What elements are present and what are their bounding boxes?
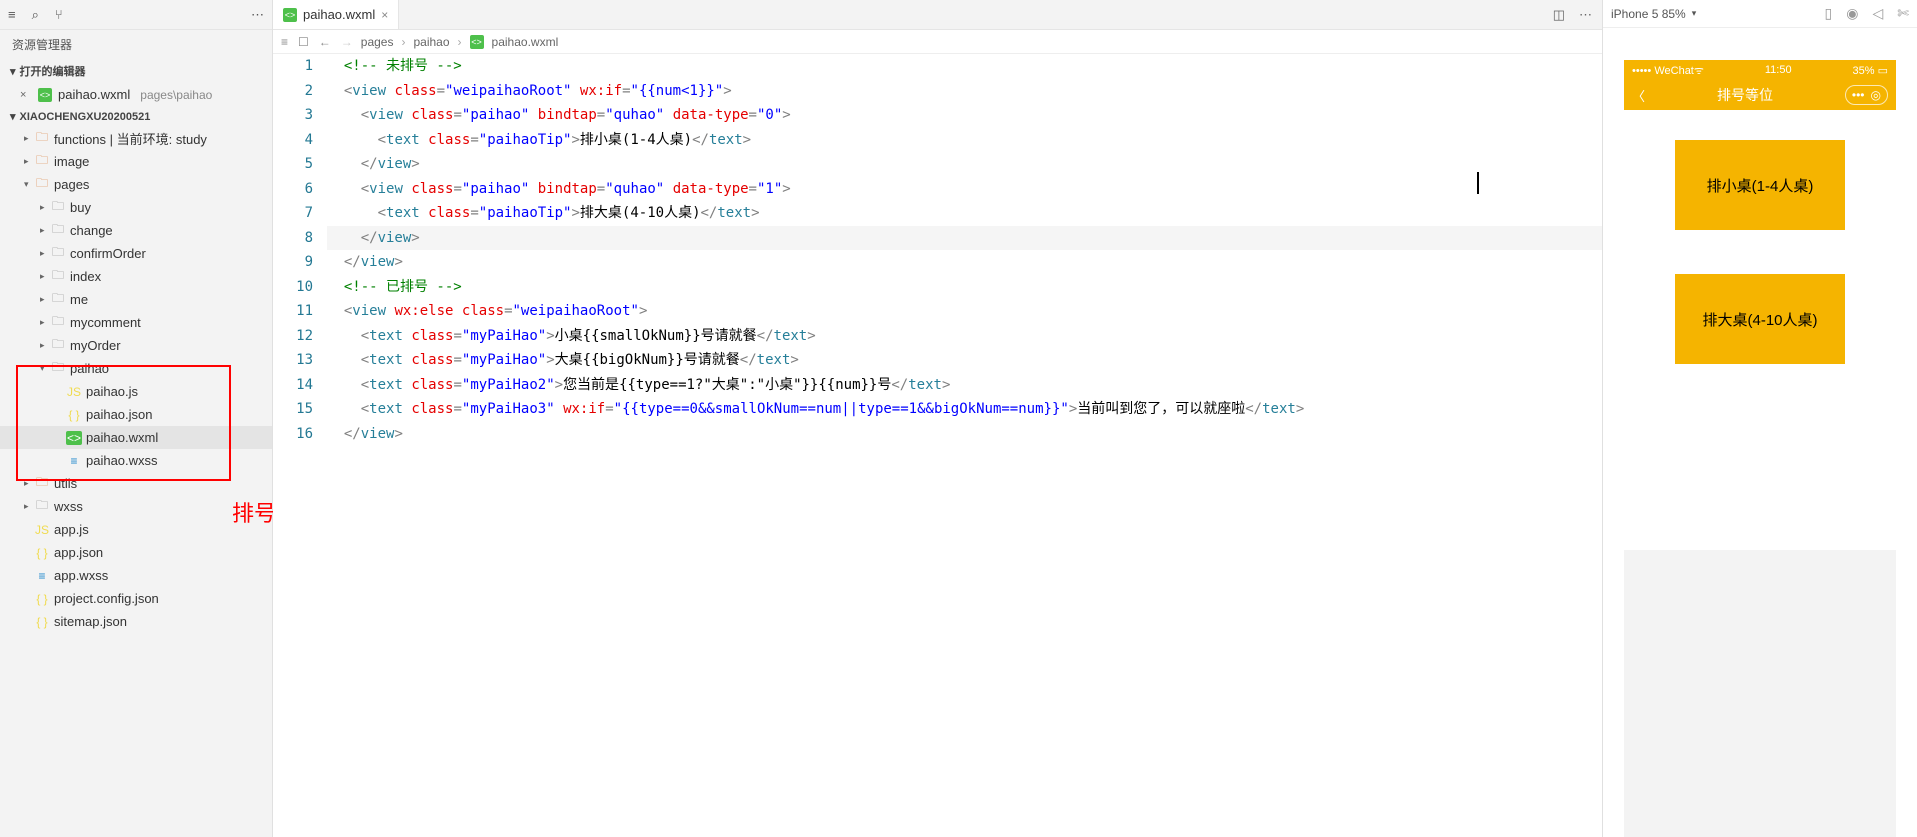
tree-item[interactable]: JSpaihao.js xyxy=(0,380,272,403)
preview-pane: iPhone 5 85%▾ ▯ ◉ ◁ ✄ ••••• WeChatᯤ 11:5… xyxy=(1602,0,1917,837)
tree-item[interactable]: ▸🗀me xyxy=(0,288,272,311)
tree-item[interactable]: ▸🗀utils xyxy=(0,472,272,495)
split-icon[interactable]: ◫ xyxy=(1553,7,1565,23)
tree-item[interactable]: ▸🗀myOrder xyxy=(0,334,272,357)
wxml-icon: <> xyxy=(470,35,484,49)
card-big-table[interactable]: 排大桌(4-10人桌) xyxy=(1675,274,1845,364)
bookmark-icon[interactable]: ☐ xyxy=(298,35,309,49)
tree-item[interactable]: ≡paihao.wxss xyxy=(0,449,272,472)
tree-item[interactable]: ▸🗀buy xyxy=(0,196,272,219)
code-area[interactable]: 12345678910111213141516 <!-- 未排号 --> <vi… xyxy=(273,54,1602,837)
tree-item[interactable]: ≡app.wxss xyxy=(0,564,272,587)
phone-wrap: ••••• WeChatᯤ 11:50 35% ▭ 〈 排号等位 •••◎ 排小… xyxy=(1603,28,1917,837)
editor-area: <> paihao.wxml × ◫ ⋯ ≡ ☐ ← → pages› paih… xyxy=(273,0,1602,837)
file-tree: ▸🗀functions | 当前环境: study▸🗀image▾🗀pages▸… xyxy=(0,127,272,633)
phone: ••••• WeChatᯤ 11:50 35% ▭ 〈 排号等位 •••◎ 排小… xyxy=(1624,60,1896,837)
tab-bar: <> paihao.wxml × ◫ ⋯ xyxy=(273,0,1602,30)
tree-item[interactable]: { }app.json xyxy=(0,541,272,564)
sound-icon[interactable]: ◁ xyxy=(1872,5,1883,22)
open-editor-path: pages\paihao xyxy=(140,88,212,102)
record-icon[interactable]: ◉ xyxy=(1846,5,1858,22)
tree-item[interactable]: { }sitemap.json xyxy=(0,610,272,633)
breadcrumb: ≡ ☐ ← → pages› paihao› <> paihao.wxml xyxy=(273,30,1602,54)
phone-body: 排小桌(1-4人桌) 排大桌(4-10人桌) xyxy=(1624,110,1896,550)
tree-item[interactable]: ▸🗀functions | 当前环境: study xyxy=(0,127,272,150)
wxml-icon: <> xyxy=(283,8,297,22)
open-editor-name: paihao.wxml xyxy=(58,87,130,102)
tab-active[interactable]: <> paihao.wxml × xyxy=(273,0,399,29)
tree-item[interactable]: ▸🗀confirmOrder xyxy=(0,242,272,265)
phone-navbar: 〈 排号等位 •••◎ xyxy=(1624,80,1896,110)
tree-item[interactable]: ▾🗀paihao xyxy=(0,357,272,380)
project-header[interactable]: ▾XIAOCHENGXU20200521 xyxy=(0,106,272,127)
more-icon[interactable]: ⋯ xyxy=(1579,7,1592,23)
card-small-table[interactable]: 排小桌(1-4人桌) xyxy=(1675,140,1845,230)
sidebar: ≡ ⌕ ⑂ ⋯ 资源管理器 ▾打开的编辑器 × <> paihao.wxml p… xyxy=(0,0,273,837)
device-icon[interactable]: ▯ xyxy=(1825,5,1833,22)
more-icon[interactable]: ⋯ xyxy=(251,7,264,23)
wxml-icon: <> xyxy=(38,88,52,102)
nav-title: 排号等位 xyxy=(1645,85,1845,105)
sidebar-toolbar: ≡ ⌕ ⑂ ⋯ xyxy=(0,0,272,30)
status-time: 11:50 xyxy=(1765,64,1792,76)
crumb-1[interactable]: paihao xyxy=(413,35,449,49)
back-icon[interactable]: 〈 xyxy=(1632,86,1645,105)
gutter: 12345678910111213141516 xyxy=(273,54,327,837)
preview-toolbar: iPhone 5 85%▾ ▯ ◉ ◁ ✄ xyxy=(1603,0,1917,28)
tree-item[interactable]: ▸🗀change xyxy=(0,219,272,242)
text-cursor xyxy=(1477,172,1479,194)
crumb-2[interactable]: paihao.wxml xyxy=(492,35,559,49)
open-editor-item[interactable]: × <> paihao.wxml pages\paihao xyxy=(0,83,272,106)
device-label[interactable]: iPhone 5 85% xyxy=(1611,7,1686,21)
close-icon[interactable]: × xyxy=(20,89,32,101)
list-icon[interactable]: ≡ xyxy=(281,35,288,49)
back-icon[interactable]: ← xyxy=(319,35,331,49)
tab-name: paihao.wxml xyxy=(303,7,375,22)
tree-item[interactable]: { }paihao.json xyxy=(0,403,272,426)
tree-item[interactable]: <>paihao.wxml xyxy=(0,426,272,449)
search-icon[interactable]: ⌕ xyxy=(32,7,39,23)
tree-item[interactable]: { }project.config.json xyxy=(0,587,272,610)
code-lines[interactable]: <!-- 未排号 --> <view class="weipaihaoRoot"… xyxy=(327,54,1602,837)
cut-icon[interactable]: ✄ xyxy=(1897,5,1909,22)
close-icon[interactable]: × xyxy=(381,8,388,22)
forward-icon: → xyxy=(341,35,353,49)
branch-icon[interactable]: ⑂ xyxy=(55,7,63,22)
menu-icon[interactable]: ≡ xyxy=(8,7,16,22)
tree-item[interactable]: ▸🗀index xyxy=(0,265,272,288)
tree-item[interactable]: ▸🗀mycomment xyxy=(0,311,272,334)
tree-item[interactable]: ▸🗀image xyxy=(0,150,272,173)
crumb-0[interactable]: pages xyxy=(361,35,394,49)
capsule[interactable]: •••◎ xyxy=(1845,85,1888,105)
explorer-title: 资源管理器 xyxy=(0,30,272,59)
open-editors-header[interactable]: ▾打开的编辑器 xyxy=(0,59,272,83)
phone-statusbar: ••••• WeChatᯤ 11:50 35% ▭ xyxy=(1624,60,1896,80)
tree-item[interactable]: ▾🗀pages xyxy=(0,173,272,196)
